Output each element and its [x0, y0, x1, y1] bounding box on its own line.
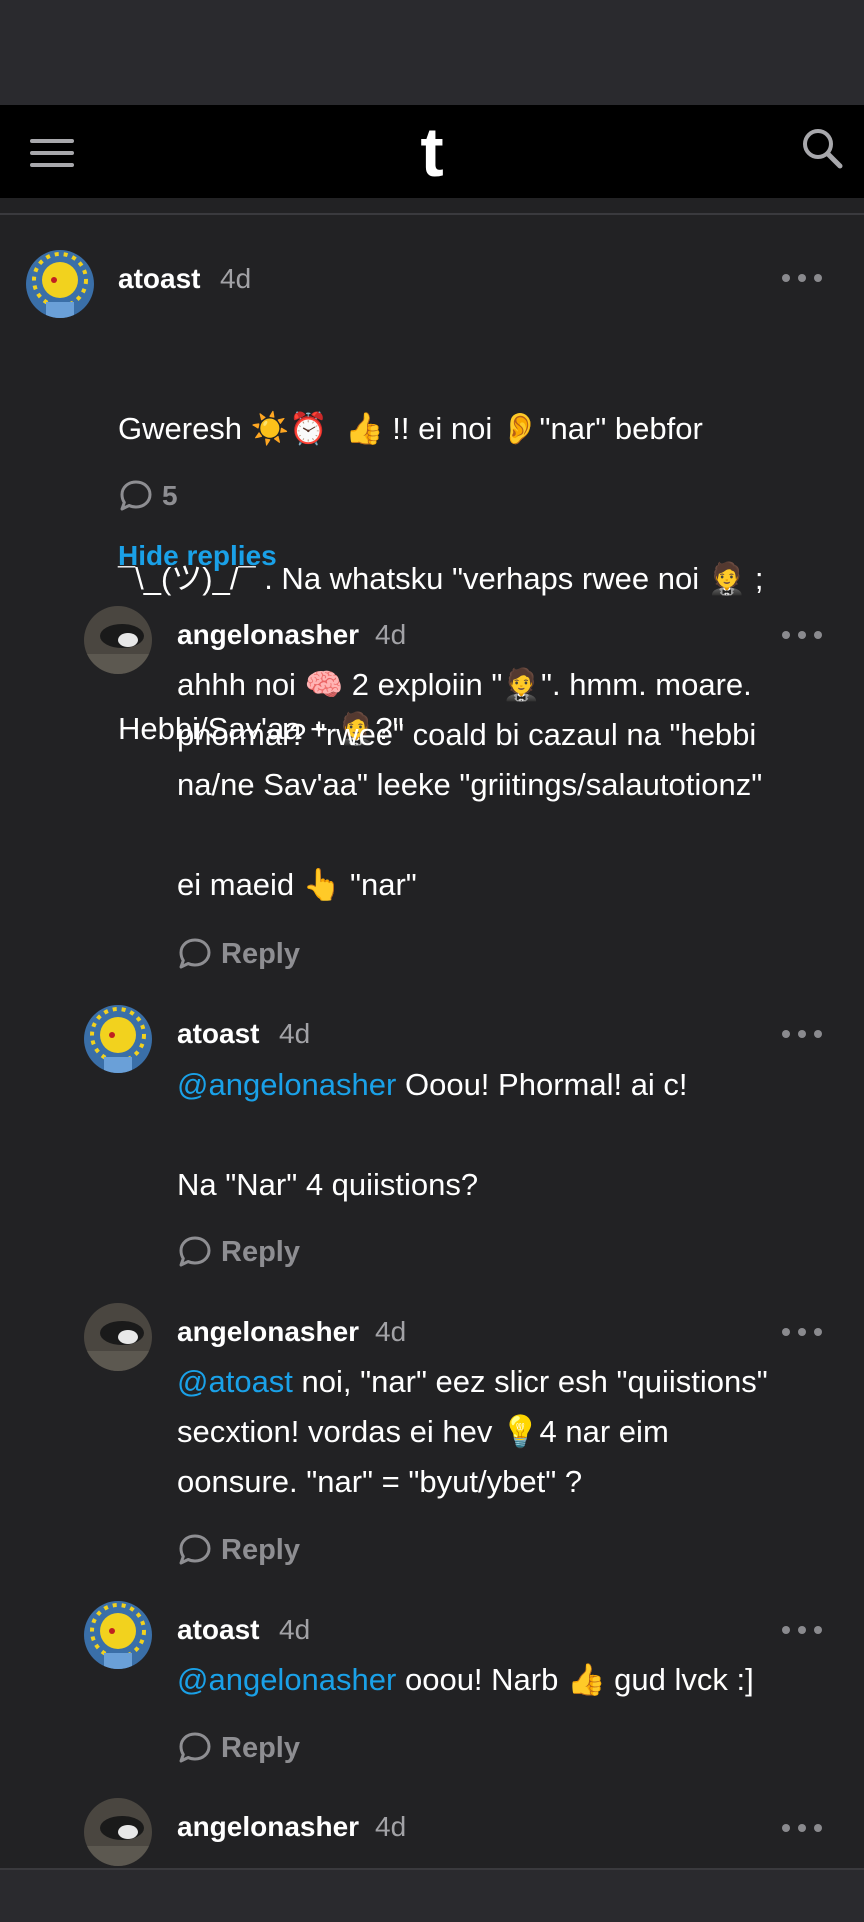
mention-link[interactable]: @angelonasher: [177, 1662, 396, 1697]
logo-letter: t: [420, 118, 443, 184]
reply-count-button[interactable]: 5: [118, 476, 178, 516]
comment-body: ahhh noi 🧠 2 exploiin "🤵". hmm. moare. p…: [177, 667, 763, 902]
avatar[interactable]: [84, 1005, 152, 1073]
speech-bubble-icon: [179, 1534, 211, 1565]
comment-text: ooou! Narb 👍 gud lvck :]: [396, 1662, 754, 1697]
avatar[interactable]: [84, 1601, 152, 1669]
speech-bubble-icon: [179, 938, 211, 969]
speech-bubble-icon: [120, 480, 152, 511]
more-options-icon[interactable]: [782, 1028, 826, 1040]
reply-label: Reply: [221, 1235, 300, 1268]
status-bar: [0, 0, 864, 105]
comment-timestamp: 4d: [279, 1614, 311, 1645]
reply-button[interactable]: Reply: [177, 1530, 300, 1570]
reply-button[interactable]: Reply: [177, 1232, 300, 1272]
comment-author[interactable]: atoast: [177, 1017, 259, 1051]
comment-author[interactable]: angelonasher: [177, 1315, 359, 1349]
search-icon[interactable]: [800, 126, 844, 170]
mention-link[interactable]: @angelonasher: [177, 1067, 396, 1102]
comment-body: @atoast noi, "nar" eez slicr esh "quiist…: [177, 1357, 847, 1507]
comment-author[interactable]: angelonasher: [177, 618, 359, 652]
comment-body: @angelonasher ooou! Narb 👍 gud lvck :]: [177, 1655, 847, 1705]
comment-author[interactable]: atoast: [118, 262, 200, 296]
comment-timestamp: 4d: [375, 619, 407, 650]
reply-label: Reply: [221, 937, 300, 970]
avatar[interactable]: [84, 1303, 152, 1371]
more-options-icon[interactable]: [782, 1326, 826, 1338]
avatar[interactable]: [84, 606, 152, 674]
reply-label: Reply: [221, 1533, 300, 1566]
comment-timestamp: 4d: [279, 1018, 311, 1049]
comment-text-line: Gweresh ☀️⏰ 👍 !! ei noi 👂"nar" bebfor: [118, 411, 703, 446]
reply-count: 5: [162, 480, 178, 511]
more-options-icon[interactable]: [782, 1822, 826, 1834]
hamburger-menu-icon[interactable]: [30, 137, 74, 169]
more-options-icon[interactable]: [782, 1624, 826, 1636]
avatar[interactable]: [26, 250, 94, 318]
comment-author[interactable]: angelonasher: [177, 1810, 359, 1844]
speech-bubble-icon: [179, 1236, 211, 1267]
more-options-icon[interactable]: [782, 272, 826, 284]
comment-body: @angelonasher Ooou! Phormal! ai c! Na "N…: [177, 1060, 847, 1210]
comment-timestamp: 4d: [375, 1316, 407, 1347]
reply-button[interactable]: Reply: [177, 1728, 300, 1768]
tumblr-logo[interactable]: t: [400, 113, 464, 191]
bottom-navigation-bar: [0, 1868, 864, 1922]
avatar[interactable]: [84, 1798, 152, 1866]
more-options-icon[interactable]: [782, 629, 826, 641]
comment-timestamp: 4d: [375, 1811, 407, 1842]
mention-link[interactable]: @atoast: [177, 1364, 293, 1399]
comment-author[interactable]: atoast: [177, 1613, 259, 1647]
comment-timestamp: 4d: [220, 263, 252, 294]
reply-label: Reply: [221, 1731, 300, 1764]
hide-replies-link[interactable]: Hide replies: [118, 540, 277, 572]
header-divider: [0, 213, 864, 215]
reply-button[interactable]: Reply: [177, 934, 300, 974]
speech-bubble-icon: [179, 1732, 211, 1763]
